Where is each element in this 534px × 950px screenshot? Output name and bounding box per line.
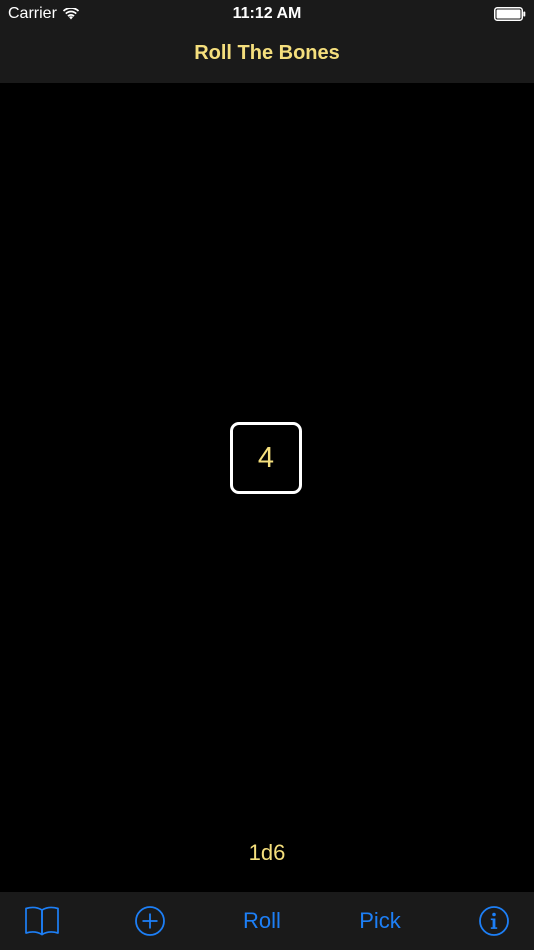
battery-icon — [494, 7, 526, 21]
roll-button[interactable]: Roll — [228, 892, 296, 950]
dice-spec-label: 1d6 — [248, 840, 286, 865]
pick-button-label: Pick — [359, 908, 401, 933]
die[interactable]: 4 — [230, 422, 302, 494]
status-bar: Carrier 11:12 AM — [0, 0, 534, 28]
add-button[interactable] — [130, 892, 170, 950]
top-bar: Carrier 11:12 AM Roll The Bones — [0, 0, 534, 83]
bottom-toolbar: Roll Pick — [0, 892, 534, 950]
library-button[interactable] — [18, 892, 66, 950]
plus-circle-icon — [135, 906, 165, 936]
pick-button[interactable]: Pick — [346, 892, 414, 950]
roll-button-label: Roll — [243, 908, 281, 933]
info-button[interactable] — [474, 892, 514, 950]
status-time: 11:12 AM — [232, 5, 302, 22]
die-value: 4 — [257, 441, 275, 474]
page-title: Roll The Bones — [194, 42, 340, 64]
book-icon — [25, 906, 59, 936]
info-circle-icon — [479, 906, 509, 936]
